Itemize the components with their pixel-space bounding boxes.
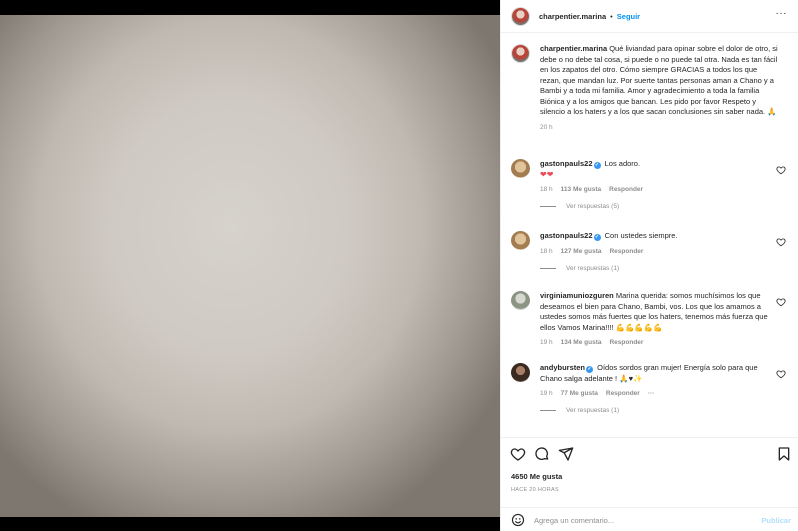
comment-body: gastonpauls22 ✓ Con ustedes siempre. [540, 231, 778, 242]
verified-badge-icon: ✓ [593, 234, 601, 241]
save-bookmark-icon[interactable] [776, 446, 792, 462]
caption-entry: charpentier.marina Qué liviandad para op… [511, 44, 791, 131]
comment-username[interactable]: virginiamuniozguren [540, 291, 614, 300]
caption-time[interactable]: 20 h [540, 124, 553, 131]
comment-username[interactable]: andybursten [540, 363, 585, 372]
comment-text: Los adoro. [604, 159, 641, 168]
comment-input[interactable] [534, 515, 744, 525]
comment-item: gastonpauls22 ✓ Los adoro. ❤❤ 18 h 113 Me… [511, 159, 791, 210]
post-side-panel: charpentier.marina • Seguir ··· charpent… [500, 0, 798, 531]
verified-badge-icon: ✓ [586, 366, 594, 373]
like-comment-heart-icon[interactable] [776, 237, 786, 247]
reply-button[interactable]: Responder [609, 248, 643, 255]
post-timestamp[interactable]: HACE 20 HORAS [511, 487, 559, 493]
action-icons-row [510, 446, 792, 464]
comment-body: andybursten ✓ Oídos sordos gran mujer! En… [540, 363, 778, 384]
add-comment-bar: Publicar [501, 507, 798, 531]
header-separator: • [610, 11, 613, 21]
comment-item: gastonpauls22 ✓ Con ustedes siempre. 18 h… [511, 231, 791, 272]
comment-likes[interactable]: 127 Me gusta [561, 248, 602, 255]
comment-item: andybursten ✓ Oídos sordos gran mujer! En… [511, 363, 791, 414]
caption-meta: 20 h [540, 124, 791, 131]
verified-badge-icon: ✓ [593, 162, 601, 169]
comment-meta: 19 h 77 Me gusta Responder ··· [540, 390, 791, 397]
view-replies-button[interactable]: Ver respuestas (1) [540, 407, 791, 414]
reply-button[interactable]: Responder [606, 390, 640, 397]
comment-more-options-icon[interactable]: ··· [648, 390, 655, 397]
comment-avatar[interactable] [511, 291, 530, 310]
caption-username[interactable]: charpentier.marina [540, 44, 607, 53]
replies-divider [540, 206, 556, 207]
comment-likes[interactable]: 113 Me gusta [561, 186, 601, 193]
caption-text: Qué liviandad para opinar sobre el dolor… [540, 44, 778, 116]
caption-body: charpentier.marina Qué liviandad para op… [540, 44, 778, 118]
view-replies-label: Ver respuestas (1) [566, 264, 620, 272]
follow-button[interactable]: Seguir [617, 12, 640, 21]
replies-divider [540, 267, 556, 269]
author-avatar[interactable] [511, 6, 530, 26]
comment-username[interactable]: gastonpauls22 [540, 231, 593, 240]
comments-list[interactable]: charpentier.marina Qué liviandad para op… [501, 34, 798, 437]
like-comment-heart-icon[interactable] [776, 369, 786, 379]
post-image[interactable] [0, 15, 500, 517]
comment-username[interactable]: gastonpauls22 [540, 159, 593, 168]
share-paper-plane-icon[interactable] [558, 446, 574, 462]
comment-body: gastonpauls22 ✓ Los adoro. ❤❤ [540, 159, 778, 180]
like-heart-icon[interactable] [510, 446, 526, 462]
view-replies-button[interactable]: Ver respuestas (5) [540, 203, 791, 210]
post-actions: 4650 Me gusta HACE 20 HORAS Publicar [501, 437, 798, 527]
view-replies-button[interactable]: Ver respuestas (1) [540, 265, 791, 272]
comment-likes[interactable]: 77 Me gusta [561, 390, 598, 397]
hearts-emoji: ❤❤ [540, 169, 554, 179]
view-replies-label: Ver respuestas (5) [566, 203, 620, 210]
likes-count[interactable]: 4650 Me gusta [511, 472, 562, 481]
comment-time[interactable]: 19 h [540, 390, 553, 397]
author-username[interactable]: charpentier.marina [539, 12, 606, 21]
more-options-icon[interactable]: ··· [776, 8, 788, 19]
comment-avatar[interactable] [511, 159, 530, 178]
comment-avatar[interactable] [511, 363, 530, 382]
comment-text: Con ustedes siempre. [604, 231, 678, 240]
comment-body: virginiamuniozguren Marina querida: somo… [540, 291, 778, 333]
like-comment-heart-icon[interactable] [776, 297, 786, 307]
reply-button[interactable]: Responder [609, 339, 643, 346]
comment-time[interactable]: 18 h [540, 248, 553, 255]
publish-button[interactable]: Publicar [761, 516, 791, 525]
comment-meta: 18 h 127 Me gusta Responder [540, 248, 791, 255]
comment-meta: 19 h 134 Me gusta Responder [540, 339, 791, 346]
reply-button[interactable]: Responder [609, 186, 643, 193]
post-header: charpentier.marina • Seguir ··· [501, 0, 798, 33]
comment-time[interactable]: 18 h [540, 186, 553, 193]
emoji-smiley-icon[interactable] [511, 513, 525, 527]
view-replies-label: Ver respuestas (1) [566, 407, 620, 414]
comment-item: virginiamuniozguren Marina querida: somo… [511, 291, 791, 346]
instagram-post-modal: charpentier.marina • Seguir ··· charpent… [0, 0, 798, 531]
caption-avatar[interactable] [511, 44, 530, 63]
like-comment-heart-icon[interactable] [776, 165, 786, 175]
replies-divider [540, 410, 556, 411]
comment-likes[interactable]: 134 Me gusta [561, 339, 602, 346]
comment-meta: 18 h 113 Me gusta Responder [540, 186, 791, 193]
comment-time[interactable]: 19 h [540, 339, 553, 346]
comment-bubble-icon[interactable] [534, 446, 550, 462]
comment-avatar[interactable] [511, 231, 530, 250]
